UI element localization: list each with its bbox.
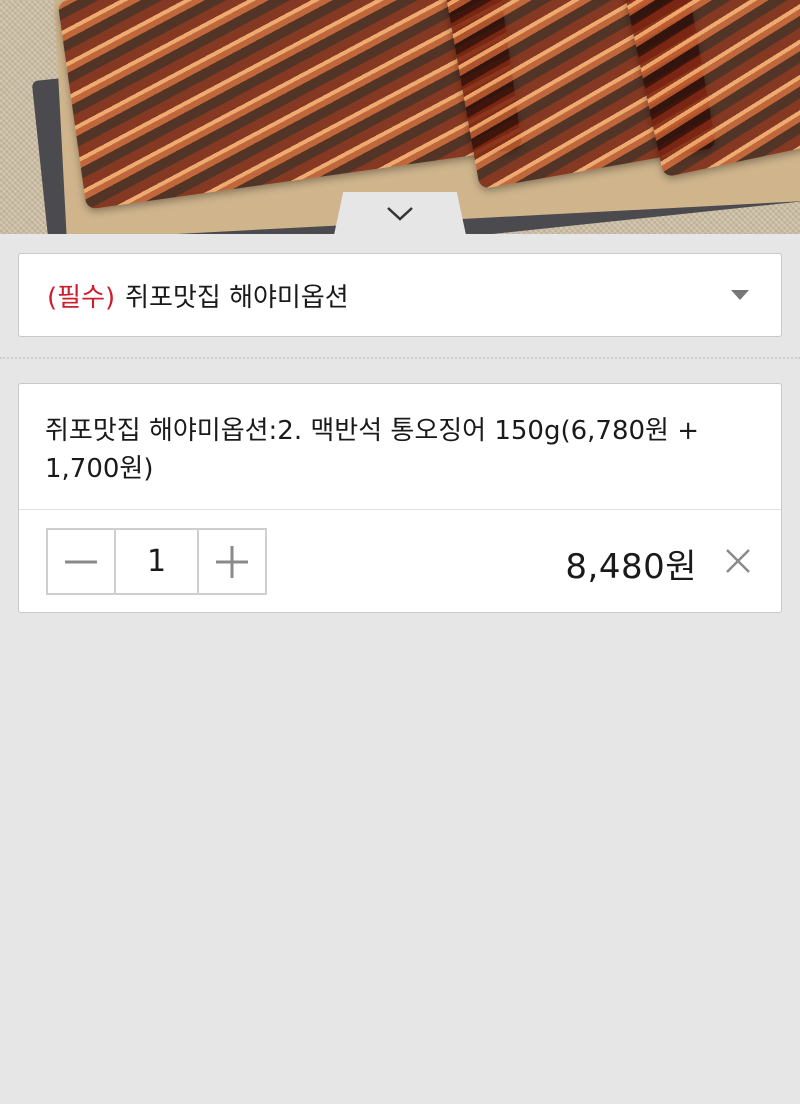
selected-option-card: 쥐포맛집 해야미옵션:2. 맥반석 통오징어 150g(6,780원 + 1,7… [18, 383, 782, 613]
minus-icon [65, 560, 97, 563]
card-divider [19, 509, 781, 510]
decrease-quantity-button[interactable] [48, 530, 114, 593]
caret-down-icon [731, 290, 749, 300]
quantity-stepper: 1 [46, 528, 267, 595]
option-select-dropdown[interactable]: (필수) 쥐포맛집 해야미옵션 [18, 253, 782, 337]
remove-option-button[interactable] [723, 546, 753, 576]
selected-option-name: 쥐포맛집 해야미옵션:2. 맥반석 통오징어 150g(6,780원 + 1,7… [45, 416, 700, 484]
chevron-down-icon [387, 206, 413, 221]
increase-quantity-button[interactable] [199, 530, 265, 593]
product-option-page: (필수) 쥐포맛집 해야미옵션 쥐포맛집 해야미옵션:2. 맥반석 통오징어 1… [0, 0, 800, 1104]
section-divider [0, 357, 800, 359]
product-photo [0, 0, 800, 234]
plus-icon [216, 545, 248, 578]
quantity-input[interactable]: 1 [114, 530, 199, 593]
option-select-label: 쥐포맛집 해야미옵션 [125, 282, 349, 313]
item-price: 8,480원 [565, 547, 697, 587]
collapse-toggle-button[interactable] [334, 192, 466, 234]
required-label: (필수) [47, 282, 116, 313]
close-icon [726, 549, 750, 573]
